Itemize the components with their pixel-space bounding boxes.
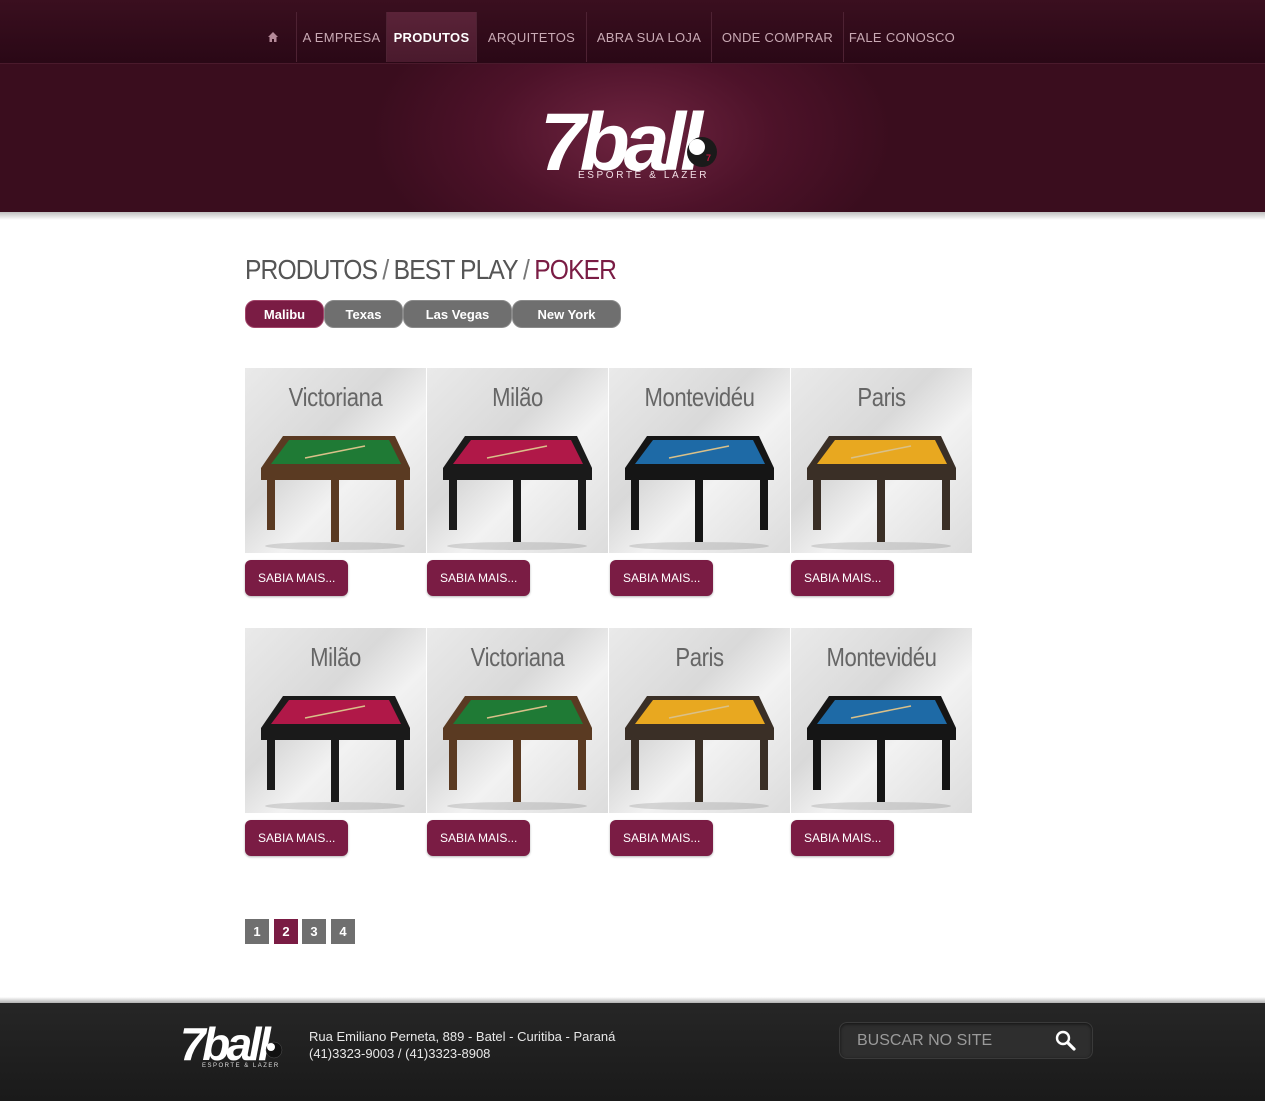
product-card[interactable]: Paris — [791, 368, 972, 553]
nav-label: ABRA SUA LOJA — [596, 29, 702, 45]
tab-las-vegas[interactable]: Las Vegas — [403, 300, 512, 328]
phone-line: (41)3323-9003 / (41)3323-8908 — [309, 1046, 491, 1061]
page-number: 2 — [282, 924, 290, 939]
tab-new-york[interactable]: New York — [512, 300, 621, 328]
sabia-mais-button[interactable]: SABIA MAIS... — [427, 560, 530, 596]
table-image — [625, 696, 774, 810]
brand-logo[interactable]: 7ball 7 ESPORTE & LAZER — [540, 92, 724, 184]
product-card[interactable]: Victoriana — [245, 368, 426, 553]
nav-home[interactable] — [250, 12, 296, 62]
logo-ball-shine — [689, 139, 705, 155]
sabia-mais-button[interactable]: SABIA MAIS... — [245, 820, 348, 856]
product-card[interactable]: Montevidéu — [609, 368, 790, 553]
page-number: 3 — [310, 924, 318, 939]
page-2[interactable]: 2 — [274, 919, 298, 944]
sabia-mais-button[interactable]: SABIA MAIS... — [427, 820, 530, 856]
nav-produtos[interactable]: PRODUTOS — [386, 12, 476, 62]
nav-onde-comprar[interactable]: ONDE COMPRAR — [711, 12, 843, 62]
breadcrumb-current: POKER — [534, 254, 617, 285]
top-nav: A EMPRESA PRODUTOS ARQUITETOS ABRA SUA L… — [0, 0, 1265, 64]
tab-malibu[interactable]: Malibu — [245, 300, 324, 328]
home-icon — [268, 32, 278, 42]
sabia-mais-button[interactable]: SABIA MAIS... — [610, 820, 713, 856]
breadcrumb: PRODUTOS / BEST PLAY / POKER — [245, 254, 617, 286]
product-card[interactable]: Montevidéu — [791, 628, 972, 813]
product-name: Milão — [310, 642, 361, 672]
page-number: 4 — [339, 924, 347, 939]
product-card[interactable]: Paris — [609, 628, 790, 813]
nav-label: PRODUTOS — [393, 29, 470, 45]
header-shadow — [0, 212, 1265, 220]
nav-fale-conosco[interactable]: FALE CONOSCO — [843, 12, 960, 62]
table-image — [443, 436, 592, 550]
product-card[interactable]: Victoriana — [427, 628, 608, 813]
nav-arquitetos[interactable]: ARQUITETOS — [476, 12, 586, 62]
footer-address: Rua Emiliano Perneta, 889 - Batel - Curi… — [309, 1028, 615, 1062]
breadcrumb-separator: / — [382, 254, 389, 285]
page-4[interactable]: 4 — [331, 919, 355, 944]
breadcrumb-separator: / — [522, 254, 530, 285]
page-3[interactable]: 3 — [302, 919, 326, 944]
table-image — [625, 436, 774, 550]
tab-label: Malibu — [263, 306, 306, 322]
address-line: Rua Emiliano Perneta, 889 - Batel - Curi… — [309, 1029, 616, 1044]
table-image — [807, 436, 956, 550]
nav-label: ONDE COMPRAR — [721, 29, 834, 45]
product-name: Paris — [857, 382, 906, 412]
product-card[interactable]: Milão — [245, 628, 426, 813]
product-card[interactable]: Milão — [427, 368, 608, 553]
tab-label: New York — [537, 306, 596, 322]
sabia-mais-button[interactable]: SABIA MAIS... — [245, 560, 348, 596]
logo-ball-number: 7 — [706, 153, 711, 163]
nav-label: FALE CONOSCO — [848, 29, 956, 45]
table-image — [807, 696, 956, 810]
sabia-mais-button[interactable]: SABIA MAIS... — [791, 820, 894, 856]
product-name: Milão — [492, 382, 543, 412]
tab-label: Texas — [345, 306, 382, 322]
product-name: Victoriana — [470, 642, 565, 672]
table-image — [261, 436, 410, 550]
footer-logo[interactable]: 7ball ESPORTE & LAZER — [180, 1016, 286, 1070]
product-name: Montevidéu — [826, 642, 937, 672]
nav-abra-sua-loja[interactable]: ABRA SUA LOJA — [586, 12, 711, 62]
nav-label: A EMPRESA — [302, 29, 381, 45]
sabia-mais-button[interactable]: SABIA MAIS... — [791, 560, 894, 596]
logo-tagline: ESPORTE & LAZER — [578, 170, 709, 181]
breadcrumb-best-play[interactable]: BEST PLAY — [394, 254, 519, 285]
sabia-mais-button[interactable]: SABIA MAIS... — [610, 560, 713, 596]
product-name: Victoriana — [288, 382, 383, 412]
search-icon[interactable] — [1054, 1029, 1076, 1051]
search-input[interactable] — [857, 1031, 1042, 1051]
tab-label: Las Vegas — [425, 306, 490, 322]
product-name: Montevidéu — [644, 382, 755, 412]
breadcrumb-produtos[interactable]: PRODUTOS — [245, 254, 378, 285]
table-image — [443, 696, 592, 810]
nav-a-empresa[interactable]: A EMPRESA — [296, 12, 386, 62]
logo-ball-shine — [267, 1043, 275, 1051]
tab-texas[interactable]: Texas — [324, 300, 403, 328]
product-name: Paris — [675, 642, 724, 672]
nav-label: ARQUITETOS — [487, 29, 576, 45]
page-number: 1 — [253, 924, 261, 939]
page-1[interactable]: 1 — [245, 919, 269, 944]
logo-tagline: ESPORTE & LAZER — [202, 1063, 280, 1069]
table-image — [261, 696, 410, 810]
